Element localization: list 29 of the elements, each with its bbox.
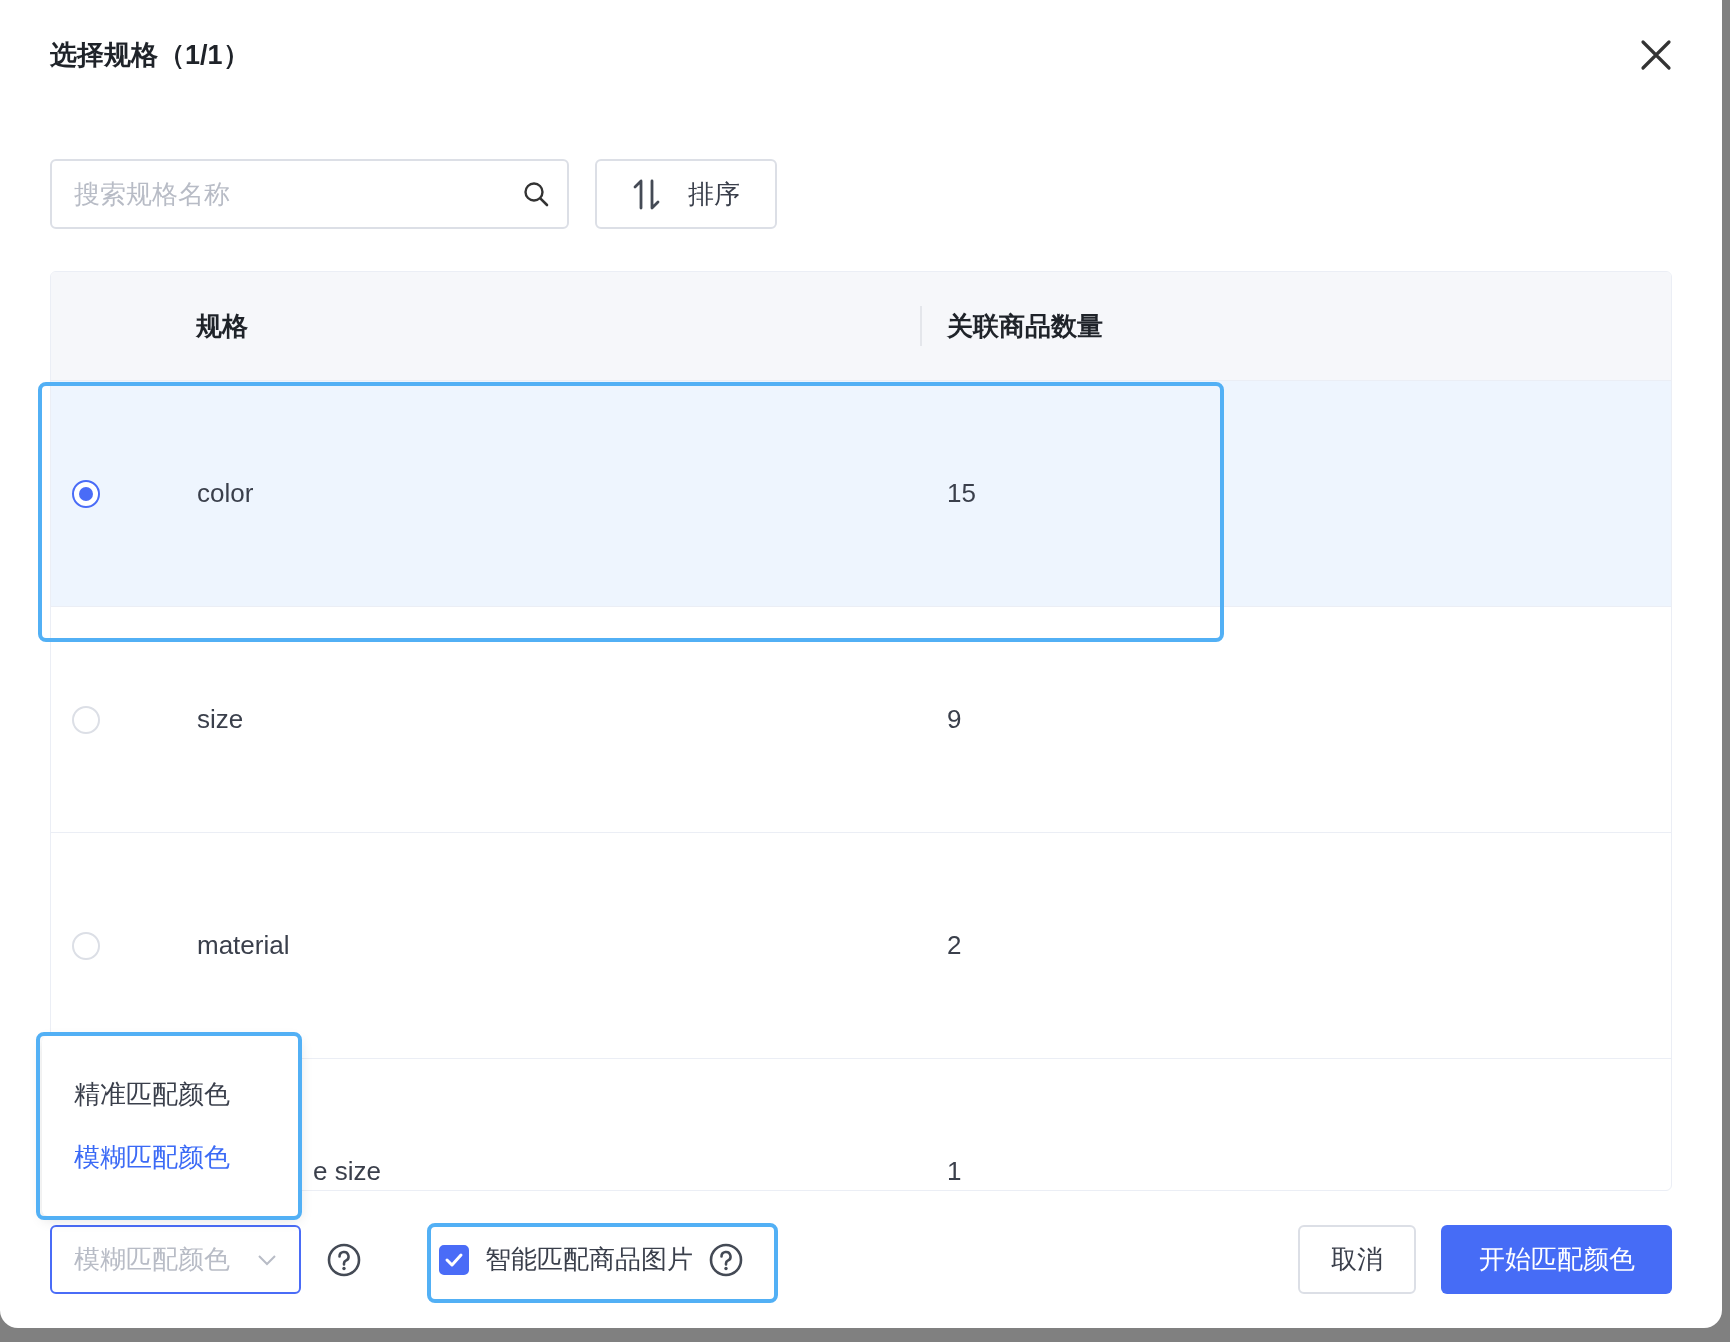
table-cell: color bbox=[197, 478, 254, 509]
radio-button[interactable] bbox=[72, 479, 100, 508]
table-cell: material bbox=[197, 930, 290, 961]
close-icon[interactable] bbox=[1640, 39, 1672, 71]
menu-item[interactable]: 精准匹配颜色 bbox=[74, 1077, 300, 1112]
sort-icon bbox=[632, 177, 662, 211]
dropdown-value: 模糊匹配颜色 bbox=[74, 1243, 230, 1276]
table-cell-text: 9 bbox=[946, 704, 962, 735]
table-cell: size bbox=[197, 704, 244, 735]
chevron-icon bbox=[257, 1252, 277, 1267]
sort-button[interactable]: 排序 bbox=[595, 159, 777, 229]
column-header: 规格 bbox=[196, 309, 248, 343]
table-row[interactable]: size 9 bbox=[51, 607, 1671, 833]
dialog-title: 选择规格（1/1） bbox=[50, 39, 250, 72]
start-button[interactable]: 开始匹配颜色 bbox=[1441, 1225, 1672, 1294]
table-cell-text: 2 bbox=[946, 930, 962, 961]
checkbox[interactable] bbox=[439, 1244, 469, 1275]
search-icon[interactable] bbox=[523, 181, 549, 207]
table-cell-text: 1 bbox=[946, 1156, 962, 1187]
cancel-button[interactable]: 取消 bbox=[1298, 1225, 1416, 1294]
table-cell: e size bbox=[313, 1156, 381, 1187]
table-cell-text: 15 bbox=[946, 478, 976, 509]
table-row[interactable]: color 15 bbox=[51, 381, 1671, 607]
menu-item[interactable]: 模糊匹配颜色 bbox=[74, 1140, 300, 1175]
help-icon[interactable] bbox=[709, 1242, 743, 1277]
checkbox-label: 智能匹配商品图片 bbox=[485, 1243, 693, 1276]
help-icon[interactable] bbox=[327, 1242, 361, 1277]
search-field[interactable]: 搜索规格名称 bbox=[50, 159, 569, 229]
column-header: 关联商品数量 bbox=[947, 310, 1103, 341]
